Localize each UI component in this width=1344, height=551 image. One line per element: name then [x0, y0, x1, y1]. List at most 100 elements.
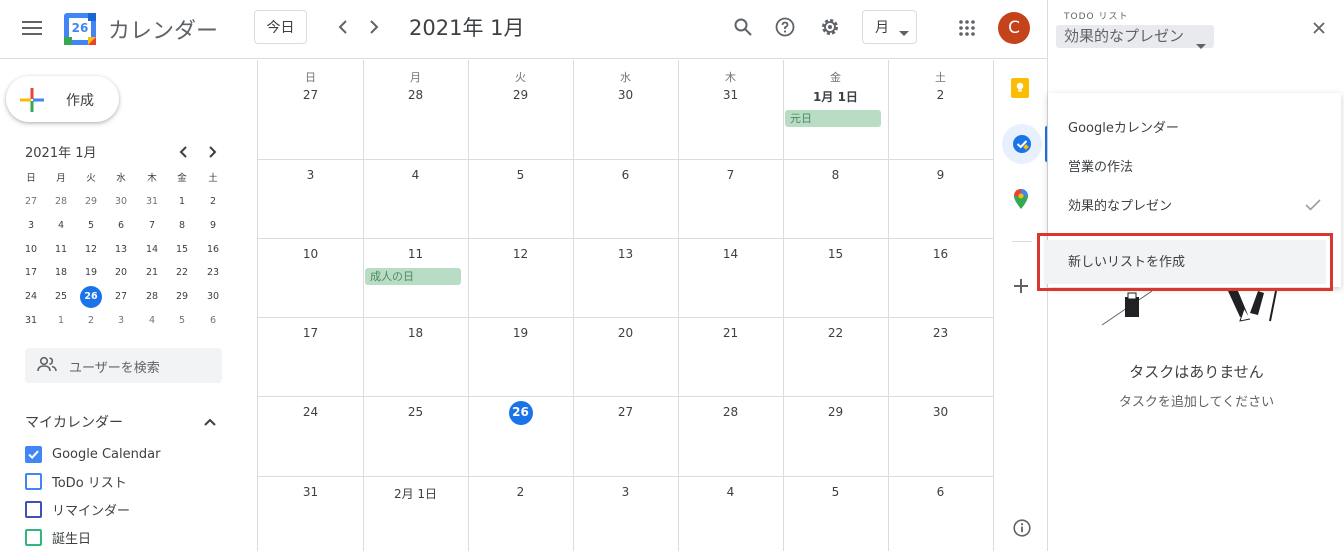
main-menu-icon[interactable]	[18, 14, 46, 42]
day-number[interactable]: 31	[258, 485, 363, 499]
day-number[interactable]: 2	[888, 88, 993, 102]
day-number[interactable]: 6	[573, 168, 678, 182]
mini-day-today[interactable]: 26	[79, 286, 103, 308]
mini-day[interactable]: 12	[79, 239, 103, 261]
calendar-item-todo[interactable]: ToDo リスト	[25, 471, 127, 491]
mini-day[interactable]: 4	[49, 215, 73, 237]
mini-day[interactable]: 20	[109, 262, 133, 284]
mini-day[interactable]: 25	[49, 286, 73, 308]
day-number[interactable]: 29	[468, 88, 573, 102]
mini-day[interactable]: 27	[109, 286, 133, 308]
info-icon[interactable]	[1010, 516, 1034, 540]
day-number[interactable]: 30	[888, 405, 993, 419]
mini-day[interactable]: 23	[201, 262, 225, 284]
day-number[interactable]: 24	[258, 405, 363, 419]
mini-day[interactable]: 28	[140, 286, 164, 308]
day-number[interactable]: 7	[678, 168, 783, 182]
prev-month-icon[interactable]	[331, 14, 355, 40]
create-button[interactable]: 作成	[6, 76, 119, 122]
day-number[interactable]: 25	[363, 405, 468, 419]
mini-day[interactable]: 7	[140, 215, 164, 237]
mini-day[interactable]: 28	[49, 191, 73, 213]
day-number[interactable]: 10	[258, 247, 363, 261]
day-number[interactable]: 21	[678, 326, 783, 340]
day-number[interactable]: 9	[888, 168, 993, 182]
day-number[interactable]: 14	[678, 247, 783, 261]
mini-day[interactable]: 1	[49, 310, 73, 332]
view-selector[interactable]: 月	[862, 10, 917, 44]
day-number[interactable]: 6	[888, 485, 993, 499]
day-number[interactable]: 29	[783, 405, 888, 419]
checkbox-icon[interactable]	[25, 472, 42, 490]
maps-pin-icon[interactable]	[1009, 187, 1033, 211]
calendar-item-google[interactable]: Google Calendar	[25, 444, 160, 464]
day-number[interactable]: 20	[573, 326, 678, 340]
day-number[interactable]: 28	[678, 405, 783, 419]
mini-day[interactable]: 15	[170, 239, 194, 261]
day-number[interactable]: 15	[783, 247, 888, 261]
day-number-today[interactable]: 26	[468, 405, 573, 419]
event-chip[interactable]: 元日	[785, 110, 881, 127]
mini-day[interactable]: 24	[19, 286, 43, 308]
collapse-chevron-up-icon[interactable]	[200, 412, 220, 432]
day-number[interactable]: 23	[888, 326, 993, 340]
day-number[interactable]: 28	[363, 88, 468, 102]
day-number[interactable]: 5	[468, 168, 573, 182]
mini-day[interactable]: 17	[19, 262, 43, 284]
day-number[interactable]: 27	[258, 88, 363, 102]
day-number[interactable]: 16	[888, 247, 993, 261]
mini-day[interactable]: 19	[79, 262, 103, 284]
mini-day[interactable]: 27	[19, 191, 43, 213]
mini-day[interactable]: 16	[201, 239, 225, 261]
settings-gear-icon[interactable]	[817, 14, 843, 40]
close-icon[interactable]	[1307, 16, 1331, 40]
day-number[interactable]: 3	[258, 168, 363, 182]
day-number[interactable]: 1月 1日	[783, 88, 888, 105]
search-users-field[interactable]: ユーザーを検索	[25, 348, 222, 383]
mini-day[interactable]: 2	[79, 310, 103, 332]
day-number[interactable]: 3	[573, 485, 678, 499]
mini-next-icon[interactable]	[202, 142, 224, 162]
mini-day[interactable]: 5	[79, 215, 103, 237]
day-number[interactable]: 17	[258, 326, 363, 340]
event-chip[interactable]: 成人の日	[365, 268, 461, 285]
mini-day[interactable]: 29	[170, 286, 194, 308]
mini-day[interactable]: 2	[201, 191, 225, 213]
day-number[interactable]: 11	[363, 247, 468, 261]
checkbox-icon[interactable]	[25, 528, 42, 546]
avatar[interactable]: C	[998, 12, 1030, 44]
mini-day[interactable]: 4	[140, 310, 164, 332]
create-new-list-item[interactable]: 新しいリストを作成	[1037, 233, 1333, 291]
mini-day[interactable]: 22	[170, 262, 194, 284]
mini-day[interactable]: 30	[109, 191, 133, 213]
add-addon-plus-icon[interactable]	[1009, 274, 1033, 298]
mini-day[interactable]: 14	[140, 239, 164, 261]
mini-day[interactable]: 9	[201, 215, 225, 237]
mini-prev-icon[interactable]	[172, 142, 194, 162]
day-number[interactable]: 5	[783, 485, 888, 499]
help-icon[interactable]	[772, 14, 798, 40]
keep-notes-icon[interactable]	[1008, 76, 1032, 100]
mini-day[interactable]: 13	[109, 239, 133, 261]
mini-day[interactable]: 8	[170, 215, 194, 237]
task-list-selector[interactable]: 効果的なプレゼン	[1056, 25, 1214, 49]
checkbox-checked-icon[interactable]	[25, 445, 42, 463]
mini-day[interactable]: 29	[79, 191, 103, 213]
menu-item-sales-manners[interactable]: 営業の作法	[1068, 156, 1133, 175]
mini-day[interactable]: 6	[109, 215, 133, 237]
mini-day[interactable]: 18	[49, 262, 73, 284]
day-number[interactable]: 19	[468, 326, 573, 340]
checkbox-icon[interactable]	[25, 500, 42, 518]
day-number[interactable]: 2	[468, 485, 573, 499]
day-number[interactable]: 8	[783, 168, 888, 182]
mini-day[interactable]: 10	[19, 239, 43, 261]
day-number[interactable]: 12	[468, 247, 573, 261]
mini-day[interactable]: 30	[201, 286, 225, 308]
today-button[interactable]: 今日	[254, 10, 307, 44]
day-number[interactable]: 18	[363, 326, 468, 340]
day-number[interactable]: 13	[573, 247, 678, 261]
day-number[interactable]: 27	[573, 405, 678, 419]
mini-day[interactable]: 31	[140, 191, 164, 213]
day-number[interactable]: 4	[363, 168, 468, 182]
mini-day[interactable]: 3	[109, 310, 133, 332]
